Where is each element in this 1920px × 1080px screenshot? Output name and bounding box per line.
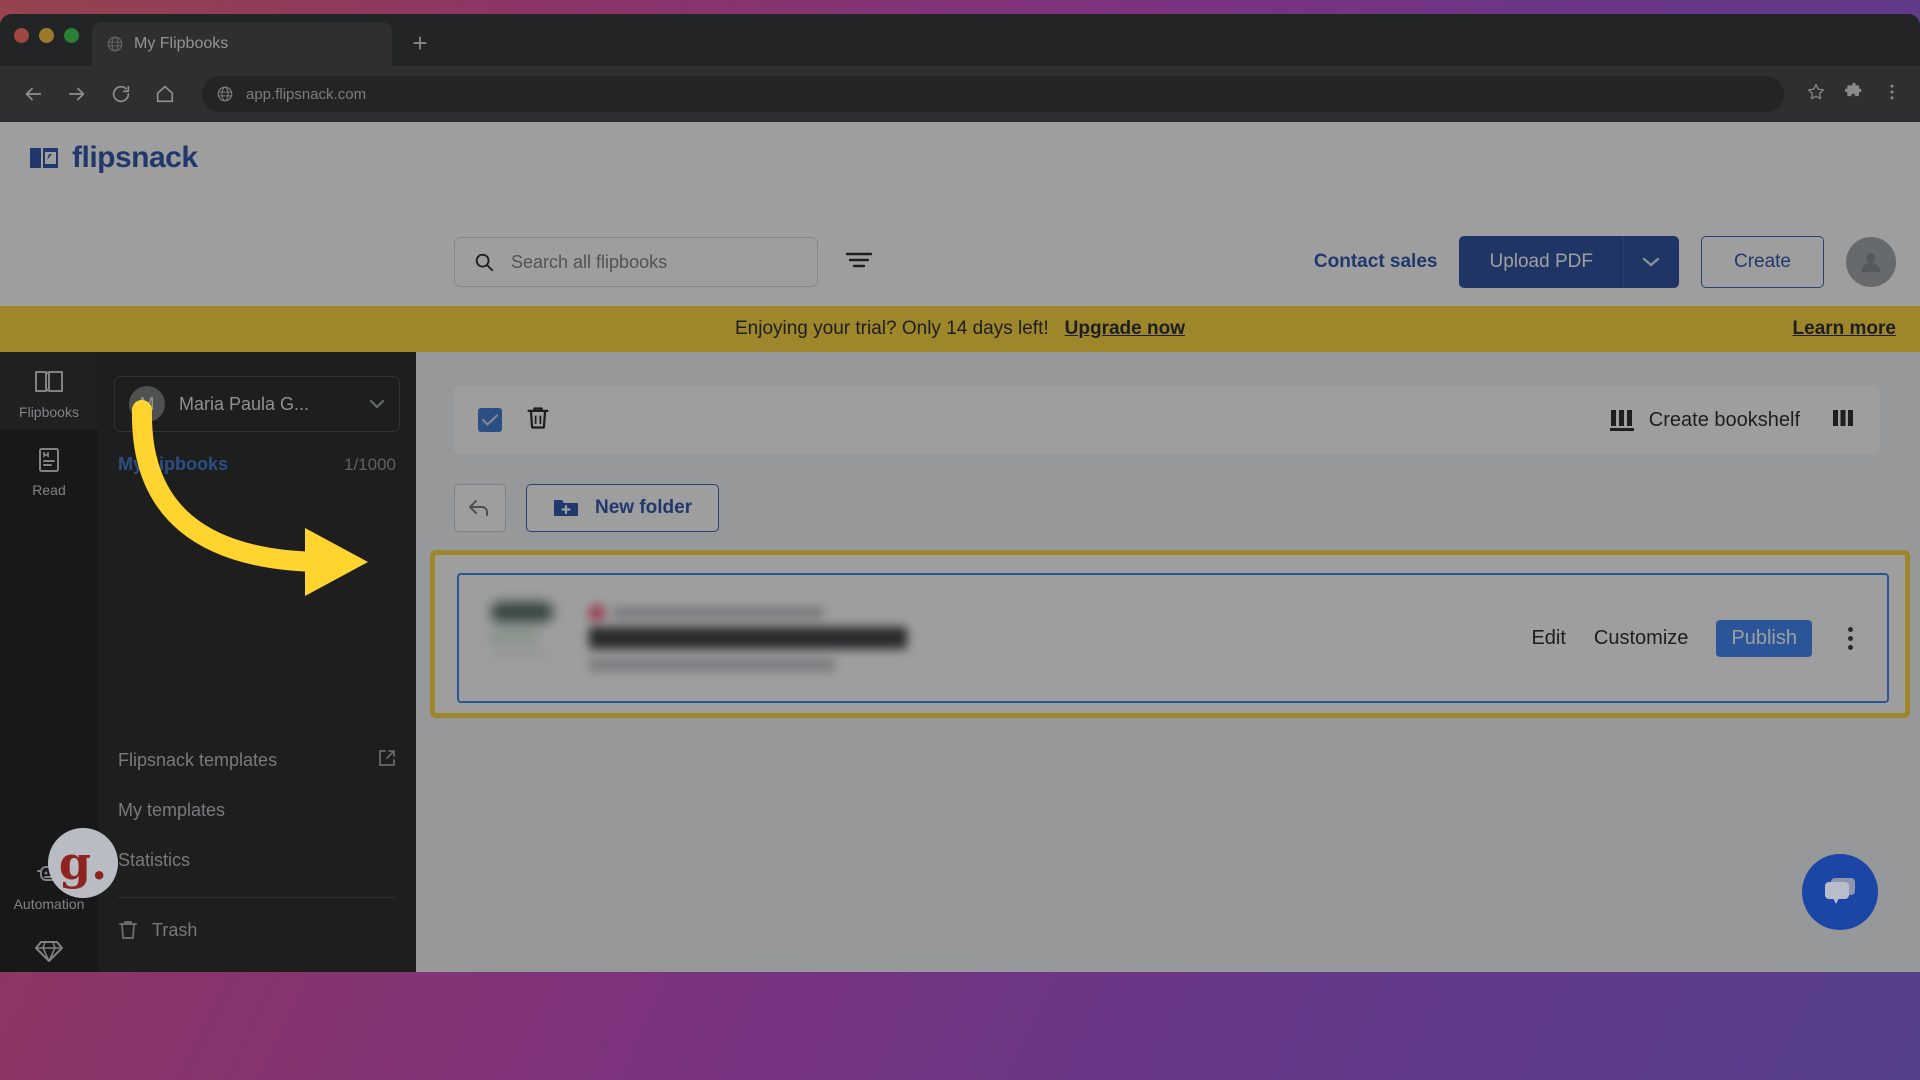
new-folder-icon	[554, 500, 578, 516]
document-icon	[39, 448, 59, 472]
flipbook-thumbnail	[485, 590, 561, 686]
reload-button[interactable]	[106, 79, 136, 109]
browser-menu-icon[interactable]	[1882, 82, 1902, 107]
sidebar-item-statistics[interactable]: Statistics	[118, 835, 396, 885]
list-toolbar: Create bookshelf	[454, 386, 1880, 454]
flipbook-row[interactable]: Edit Customize Publish	[457, 573, 1889, 703]
flipbook-created-date	[589, 659, 835, 671]
edit-button[interactable]: Edit	[1531, 627, 1565, 650]
sidebar-item-flipsnack-templates-label: Flipsnack templates	[118, 749, 278, 770]
bookmark-star-icon[interactable]	[1806, 82, 1826, 107]
back-button[interactable]	[18, 79, 48, 109]
header-actions: Contact sales Upload PDF Create	[1314, 236, 1896, 288]
select-all-checkbox[interactable]	[478, 408, 502, 432]
rail-item-automation-label: Automation	[13, 896, 85, 912]
flipbook-row-actions: Edit Customize Publish	[1531, 619, 1861, 657]
site-globe-icon	[217, 86, 233, 102]
search-box[interactable]	[454, 237, 818, 287]
create-bookshelf-button[interactable]: Create bookshelf	[1609, 408, 1800, 432]
flipsnack-logo[interactable]: flipsnack	[28, 141, 198, 175]
trial-banner-text: Enjoying your trial? Only 14 days left!	[734, 318, 1049, 339]
address-bar[interactable]: app.flipsnack.com	[202, 76, 1784, 112]
sidebar-item-statistics-label: Statistics	[118, 849, 191, 870]
kebab-menu-icon[interactable]	[1840, 623, 1861, 654]
sidebar-item-flipsnack-templates[interactable]: Flipsnack templates	[118, 735, 396, 785]
search-icon	[475, 253, 494, 272]
forward-button[interactable]	[62, 79, 92, 109]
annotation-arrow	[131, 400, 368, 596]
browser-tab-title: My Flipbooks	[134, 35, 229, 52]
flipbook-status-text	[613, 607, 823, 619]
create-button[interactable]: Create	[1700, 236, 1824, 288]
search-input[interactable]	[511, 251, 761, 273]
close-window-button[interactable]	[14, 28, 29, 43]
upgrade-now-link[interactable]: Upgrade now	[1065, 318, 1185, 340]
highlight-box: Edit Customize Publish	[430, 550, 1910, 718]
new-folder-label: New folder	[595, 497, 693, 518]
extensions-icon[interactable]	[1844, 82, 1864, 107]
sidebar-item-trash[interactable]: Trash	[118, 904, 396, 956]
back-arrow-icon	[469, 500, 488, 516]
trash-icon	[119, 921, 137, 939]
bookshelf-icon	[1609, 410, 1634, 431]
guidde-badge: g.	[48, 828, 118, 898]
filter-icon[interactable]	[845, 250, 873, 275]
main-content: Create bookshelf New folder Edit Customi…	[416, 352, 1920, 972]
sidebar-item-trash-label: Trash	[152, 919, 198, 940]
app-header: flipsnack	[0, 122, 1920, 194]
customize-button[interactable]: Customize	[1594, 627, 1688, 650]
upload-pdf-group[interactable]: Upload PDF	[1459, 236, 1679, 288]
trash-icon	[527, 406, 549, 429]
flipsnack-logo-text: flipsnack	[72, 141, 198, 174]
contact-sales-link[interactable]: Contact sales	[1314, 251, 1438, 273]
flipbook-title	[589, 627, 907, 649]
url-text: app.flipsnack.com	[246, 85, 367, 103]
rail-item-flipbooks[interactable]: Flipbooks	[0, 352, 98, 430]
chevron-down-icon[interactable]	[1622, 236, 1679, 288]
learn-more-link[interactable]: Learn more	[1793, 318, 1896, 340]
rail-item-read[interactable]: Read	[0, 430, 98, 508]
new-folder-button[interactable]: New folder	[526, 484, 720, 532]
check-icon	[482, 414, 498, 426]
chat-bubble-icon	[1825, 878, 1855, 904]
sidebar-divider	[118, 897, 396, 898]
external-link-icon	[378, 749, 396, 772]
rail-item-flipbooks-label: Flipbooks	[19, 404, 79, 420]
flipsnack-logo-icon	[30, 148, 58, 168]
browser-tab-strip: My Flipbooks +	[0, 14, 1920, 66]
home-button[interactable]	[150, 79, 180, 109]
go-back-button[interactable]	[454, 484, 506, 532]
trial-banner: Enjoying your trial? Only 14 days left! …	[0, 306, 1920, 352]
create-bookshelf-label: Create bookshelf	[1648, 408, 1800, 431]
grid-view-icon	[1833, 409, 1853, 426]
sidebar-item-my-templates-label: My templates	[118, 799, 226, 820]
upload-pdf-button[interactable]: Upload PDF	[1459, 236, 1623, 288]
sidebar-item-my-templates[interactable]: My templates	[118, 785, 396, 835]
chat-support-button[interactable]	[1802, 854, 1878, 930]
rail-item-branding[interactable]: Branding	[0, 922, 98, 972]
browser-toolbar: app.flipsnack.com	[0, 66, 1920, 122]
diamond-icon	[35, 941, 63, 962]
avatar[interactable]	[1846, 237, 1896, 287]
browser-tab[interactable]: My Flipbooks	[92, 22, 392, 66]
maximize-window-button[interactable]	[64, 28, 79, 43]
publish-button[interactable]: Publish	[1716, 619, 1812, 657]
sidebar-links: Flipsnack templates My templates Statist…	[98, 735, 416, 956]
grid-view-toggle[interactable]	[1830, 406, 1856, 435]
window-traffic-lights[interactable]	[14, 28, 79, 43]
rail-item-read-label: Read	[32, 482, 66, 498]
open-book-icon	[35, 371, 63, 392]
flipbook-meta	[589, 605, 907, 671]
browser-toolbar-actions	[1806, 82, 1902, 107]
toolbar-right-actions: Create bookshelf	[1609, 406, 1856, 435]
delete-selected-button[interactable]	[526, 405, 550, 436]
globe-icon	[107, 36, 123, 52]
new-tab-button[interactable]: +	[405, 30, 435, 60]
minimize-window-button[interactable]	[39, 28, 54, 43]
folder-actions-row: New folder	[454, 484, 720, 532]
status-badge	[589, 605, 605, 621]
